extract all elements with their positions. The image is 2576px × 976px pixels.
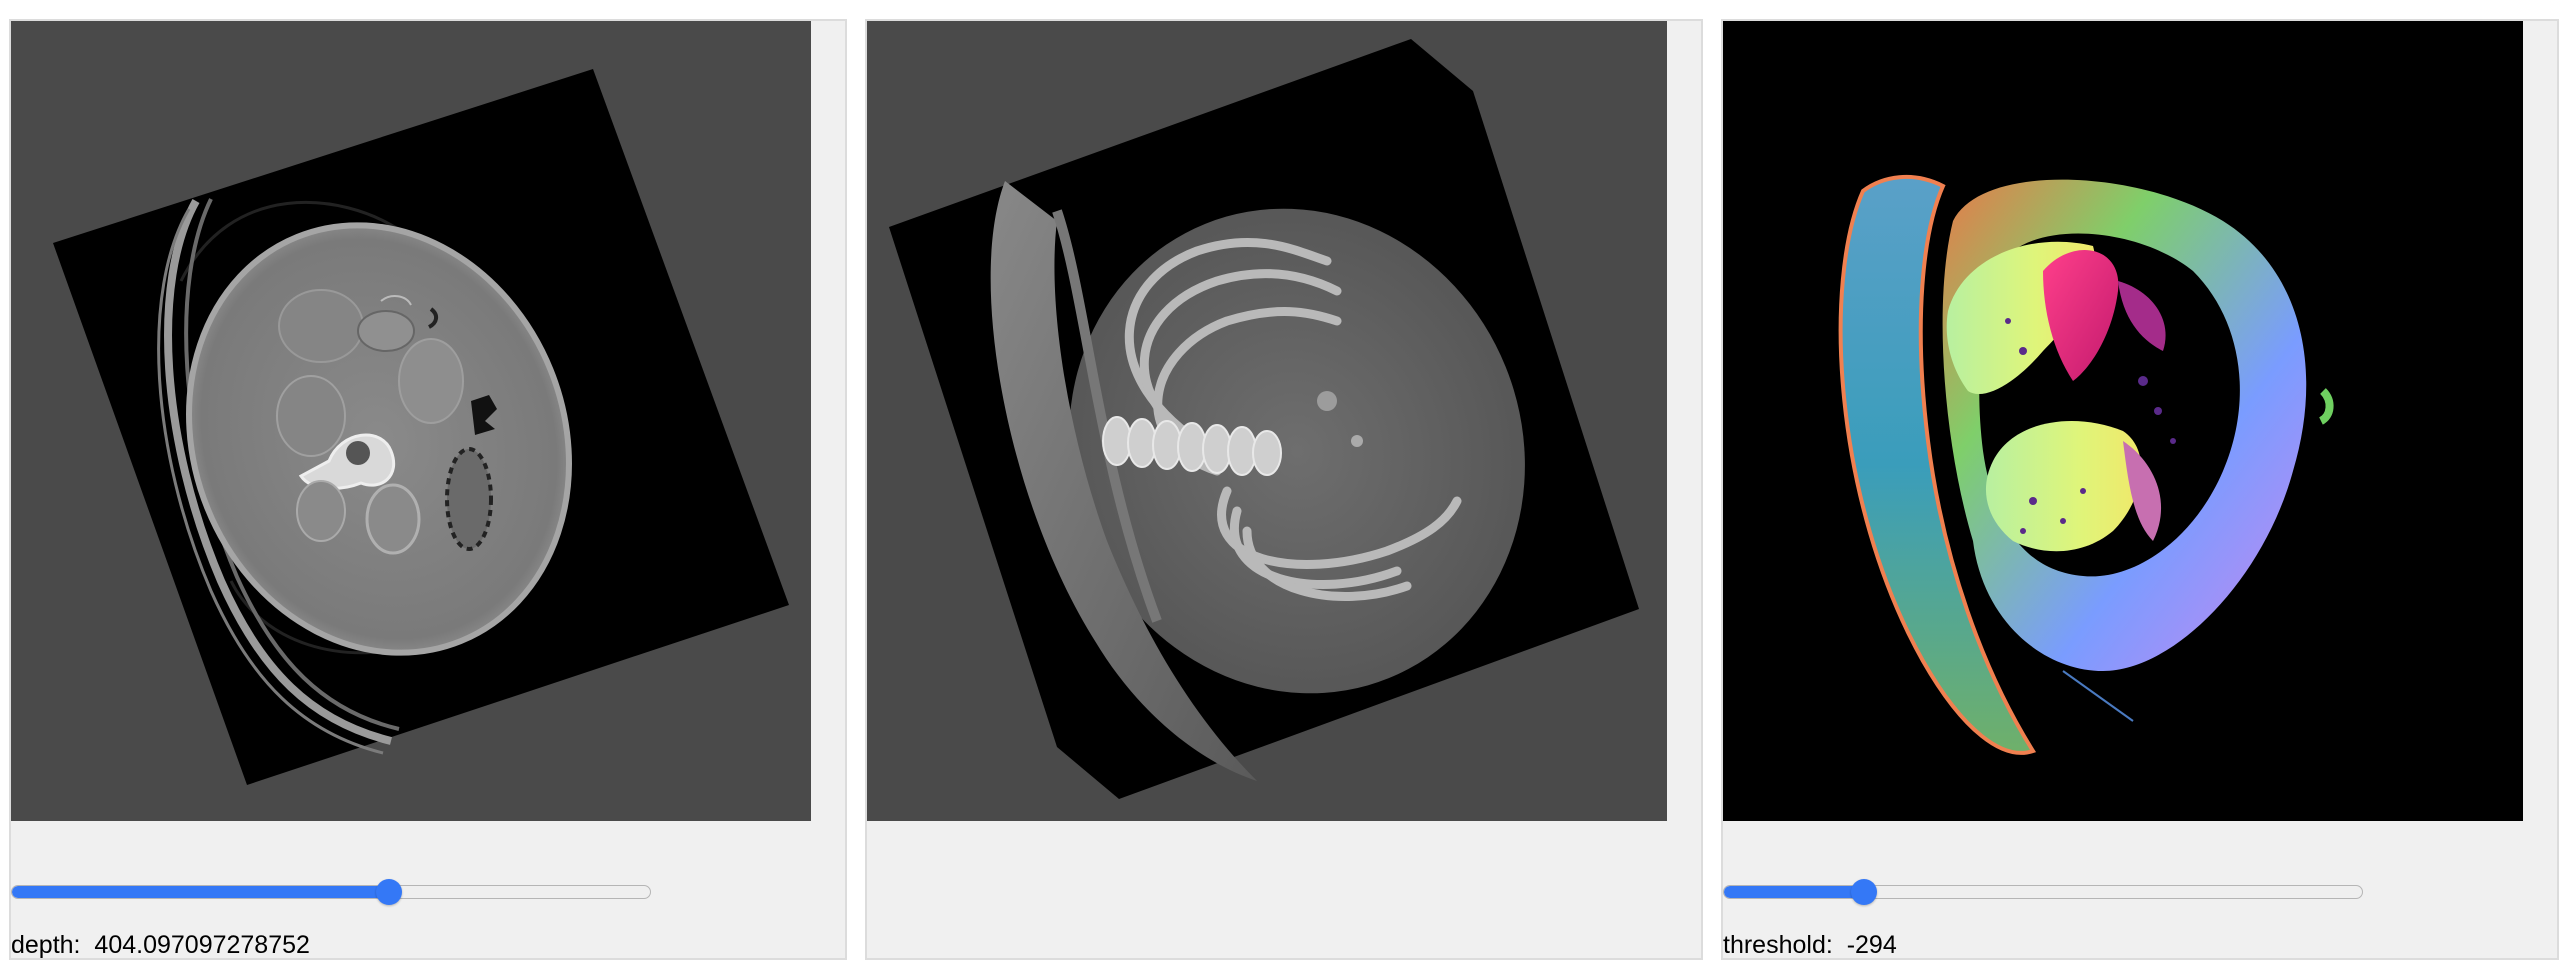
isosurface-panel: threshold: -294 <box>1721 19 2559 960</box>
volume-render-image <box>867 21 1667 821</box>
depth-label: depth: <box>11 931 81 959</box>
depth-slider[interactable] <box>11 872 651 912</box>
threshold-readout: threshold: -294 <box>1723 931 1897 960</box>
depth-slider-fill <box>12 886 390 898</box>
threshold-slider-thumb[interactable] <box>1850 879 1877 905</box>
threshold-slider-fill <box>1724 886 1865 898</box>
slice-panel: depth: 404.097097278752 <box>9 19 847 960</box>
depth-slider-thumb[interactable] <box>375 879 402 905</box>
threshold-slider-track[interactable] <box>1723 885 2363 899</box>
isosurface-image <box>1723 21 2523 821</box>
ct-slice-image <box>11 21 811 821</box>
volume-viewport[interactable] <box>867 21 1667 821</box>
threshold-label: threshold: <box>1723 931 1833 959</box>
volume-panel <box>865 19 1703 960</box>
threshold-slider[interactable] <box>1723 872 2363 912</box>
depth-slider-track[interactable] <box>11 885 651 899</box>
depth-value: 404.097097278752 <box>94 931 310 959</box>
threshold-value: -294 <box>1846 931 1897 959</box>
depth-readout: depth: 404.097097278752 <box>11 931 310 960</box>
slice-viewport[interactable] <box>11 21 811 821</box>
viewer-row: depth: 404.097097278752 threshold: -294 <box>0 0 2576 976</box>
isosurface-viewport[interactable] <box>1723 21 2523 821</box>
